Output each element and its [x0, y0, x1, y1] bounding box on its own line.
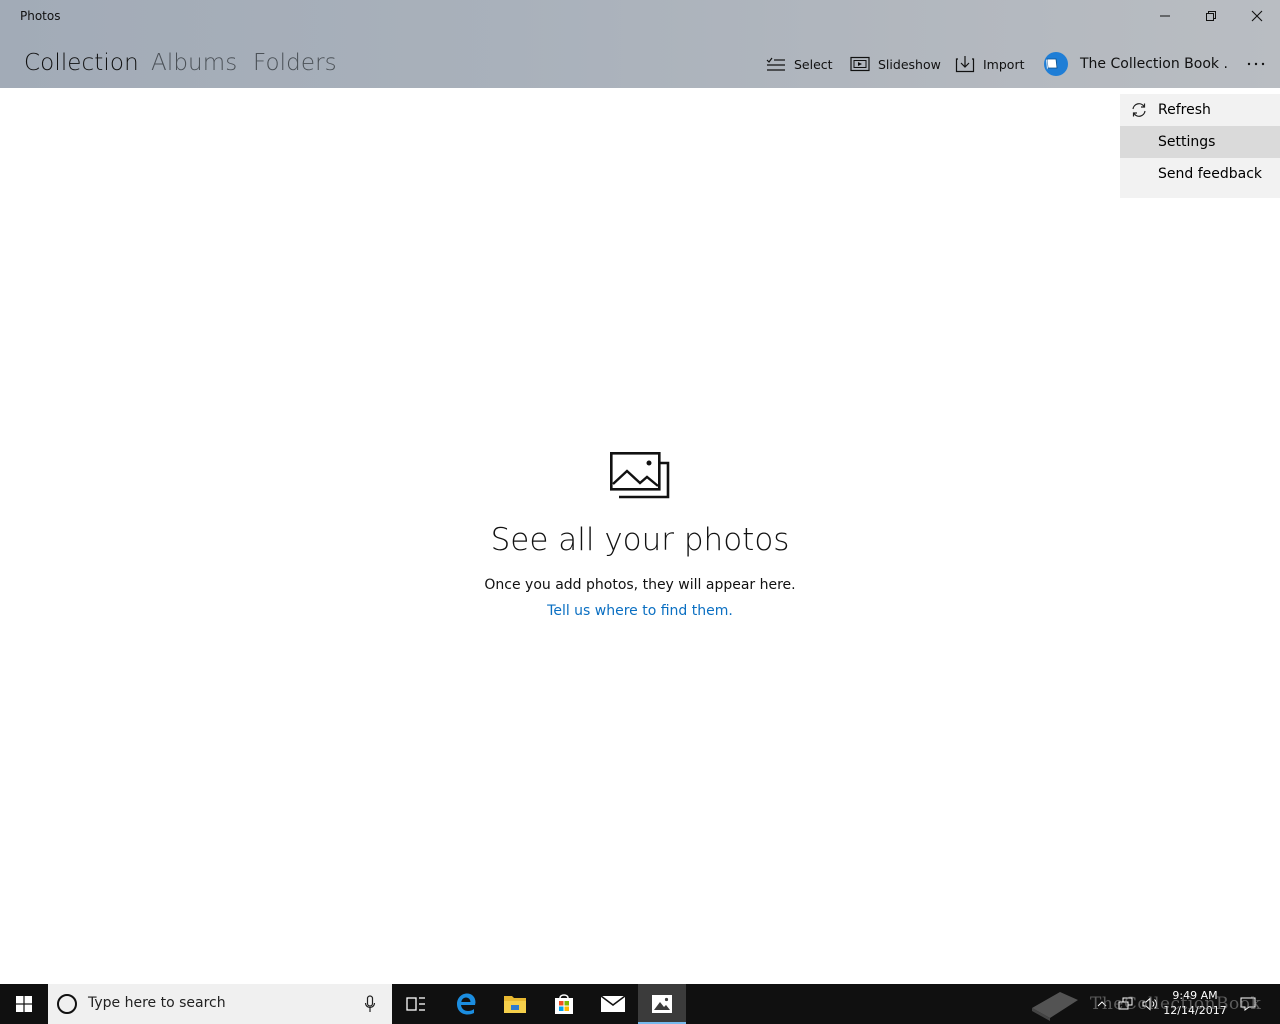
photos-placeholder-icon	[609, 451, 670, 499]
menu-item-label: Refresh	[1158, 102, 1211, 118]
file-explorer-icon	[504, 996, 526, 1013]
tab-albums[interactable]: Albums	[151, 50, 237, 76]
more-icon	[1247, 62, 1265, 66]
restore-icon	[1206, 11, 1216, 21]
photos-icon	[652, 995, 672, 1013]
slideshow-icon	[850, 56, 870, 72]
slideshow-button[interactable]: Slideshow	[850, 54, 941, 74]
watermark-text: TheCollectionBook	[1090, 994, 1262, 1014]
select-icon	[766, 57, 785, 71]
taskbar-store[interactable]	[540, 984, 588, 1024]
close-icon	[1251, 10, 1263, 22]
slideshow-label: Slideshow	[878, 56, 941, 72]
window-title: Photos	[20, 9, 61, 23]
cortana-icon	[57, 994, 77, 1014]
tab-collection[interactable]: Collection	[24, 50, 139, 76]
empty-state-subtitle: Once you add photos, they will appear he…	[484, 577, 796, 593]
mail-icon	[600, 995, 626, 1012]
minimize-icon	[1160, 15, 1170, 17]
menu-item-send-feedback[interactable]: Send feedback	[1120, 158, 1280, 190]
task-view-button[interactable]	[392, 984, 440, 1024]
account-book-icon	[1044, 52, 1068, 76]
minimize-button[interactable]	[1142, 0, 1188, 32]
import-icon	[955, 56, 975, 73]
menu-item-refresh[interactable]: Refresh	[1120, 94, 1280, 126]
taskbar-file-explorer[interactable]	[491, 984, 539, 1024]
taskbar-photos[interactable]	[638, 984, 686, 1024]
import-button[interactable]: Import	[955, 54, 1025, 74]
taskbar-edge[interactable]	[442, 984, 490, 1024]
watermark-book-icon	[1032, 992, 1078, 1021]
empty-state-title: See all your photos	[490, 522, 790, 558]
taskbar-mail[interactable]	[589, 984, 637, 1024]
start-button[interactable]	[0, 984, 48, 1024]
more-options-menu: Refresh Settings Send feedback	[1120, 94, 1280, 198]
select-button[interactable]: Select	[766, 54, 833, 74]
more-options-button[interactable]	[1240, 52, 1272, 76]
import-label: Import	[983, 56, 1025, 72]
menu-item-label: Send feedback	[1158, 166, 1263, 182]
tab-folders[interactable]: Folders	[253, 50, 337, 76]
menu-item-settings[interactable]: Settings	[1120, 126, 1280, 158]
close-button[interactable]	[1234, 0, 1280, 32]
app-header: Photos Collection Albums Folders Select …	[0, 0, 1280, 88]
select-label: Select	[794, 56, 833, 72]
search-placeholder: Type here to search	[88, 995, 226, 1011]
windows-logo-icon	[16, 996, 32, 1012]
task-view-icon	[406, 997, 425, 1011]
find-photos-link[interactable]: Tell us where to find them.	[0, 603, 1280, 619]
microphone-icon[interactable]	[364, 995, 376, 1013]
menu-item-label: Settings	[1158, 134, 1216, 150]
restore-button[interactable]	[1188, 0, 1234, 32]
account-button[interactable]: The Collection Book .	[1044, 51, 1228, 77]
edge-icon	[457, 993, 476, 1015]
taskbar-search-box[interactable]: Type here to search	[48, 984, 392, 1024]
account-label: The Collection Book .	[1080, 56, 1228, 72]
refresh-icon	[1132, 103, 1146, 117]
watermark: TheCollectionBook	[1028, 986, 1261, 1022]
store-icon	[555, 994, 573, 1014]
